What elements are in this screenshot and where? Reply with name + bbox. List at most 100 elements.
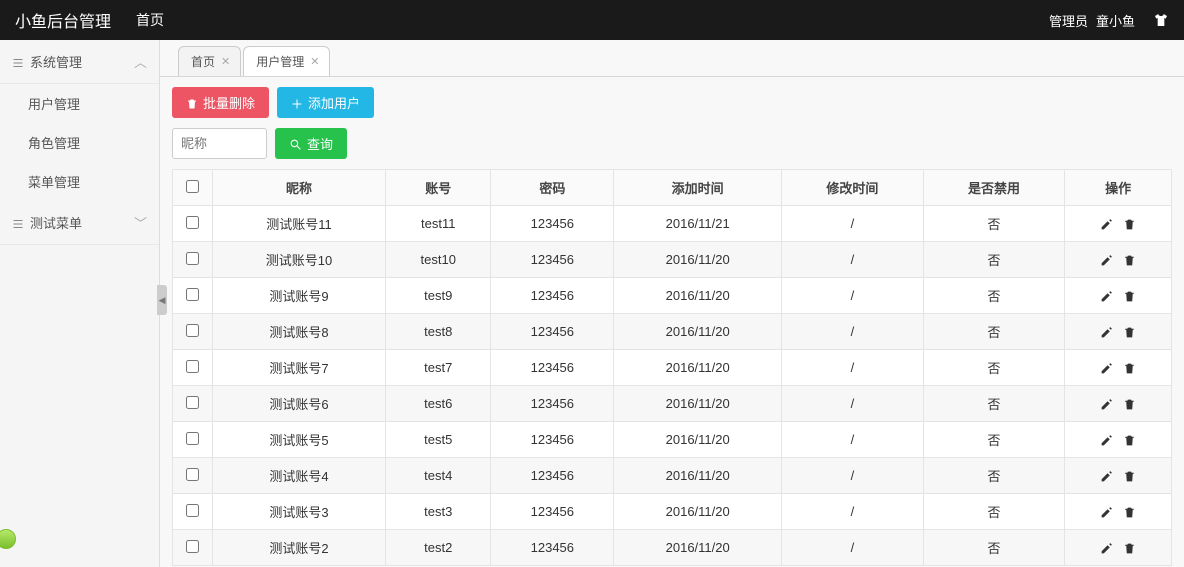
cell-account: test2 [386, 530, 491, 566]
cell-account: test5 [386, 422, 491, 458]
edit-icon[interactable] [1100, 324, 1113, 339]
cell-nickname: 测试账号2 [213, 530, 386, 566]
row-checkbox[interactable] [186, 216, 199, 229]
table-row: 测试账号8test81234562016/11/20/否 [173, 314, 1172, 350]
chevron-up-icon: ︿ [134, 52, 147, 71]
col-update-time: 修改时间 [782, 170, 924, 206]
delete-icon[interactable] [1123, 216, 1136, 231]
sidebar-item-users[interactable]: 用户管理 [0, 84, 159, 123]
delete-icon[interactable] [1123, 540, 1136, 555]
cell-disabled: 否 [923, 422, 1065, 458]
cell-disabled: 否 [923, 278, 1065, 314]
edit-icon[interactable] [1100, 540, 1113, 555]
batch-delete-button[interactable]: 批量删除 [172, 87, 269, 118]
delete-icon[interactable] [1123, 360, 1136, 375]
row-checkbox[interactable] [186, 432, 199, 445]
cell-update-time: / [782, 350, 924, 386]
cell-disabled: 否 [923, 530, 1065, 566]
close-icon[interactable]: ✕ [221, 55, 230, 68]
username-label[interactable]: 童小鱼 [1096, 11, 1135, 30]
topbar: 小鱼后台管理 首页 管理员 童小鱼 [0, 0, 1184, 40]
delete-icon[interactable] [1123, 288, 1136, 303]
cell-account: test4 [386, 458, 491, 494]
cell-password: 123456 [491, 494, 614, 530]
cell-disabled: 否 [923, 386, 1065, 422]
cell-account: test9 [386, 278, 491, 314]
sidebar-item-roles[interactable]: 角色管理 [0, 123, 159, 162]
topbar-home-link[interactable]: 首页 [136, 10, 164, 30]
cell-password: 123456 [491, 530, 614, 566]
close-icon[interactable]: ✕ [310, 55, 319, 68]
nickname-search-input[interactable] [172, 128, 267, 159]
row-checkbox[interactable] [186, 252, 199, 265]
cell-update-time: / [782, 242, 924, 278]
cell-nickname: 测试账号7 [213, 350, 386, 386]
cell-add-time: 2016/11/20 [614, 350, 782, 386]
sidebar-item-menus[interactable]: 菜单管理 [0, 162, 159, 201]
cell-account: test8 [386, 314, 491, 350]
tab-users[interactable]: 用户管理 ✕ [243, 46, 330, 76]
edit-icon[interactable] [1100, 396, 1113, 411]
row-checkbox[interactable] [186, 288, 199, 301]
delete-icon[interactable] [1123, 468, 1136, 483]
delete-icon[interactable] [1123, 324, 1136, 339]
row-checkbox[interactable] [186, 396, 199, 409]
row-checkbox[interactable] [186, 324, 199, 337]
add-user-button[interactable]: 添加用户 [277, 87, 374, 118]
col-disabled: 是否禁用 [923, 170, 1065, 206]
chevron-down-icon: ﹀ [134, 213, 147, 232]
cell-nickname: 测试账号6 [213, 386, 386, 422]
sidebar-group-test[interactable]: 测试菜单 ﹀ [0, 201, 159, 245]
delete-icon[interactable] [1123, 252, 1136, 267]
delete-icon[interactable] [1123, 504, 1136, 519]
sidebar-group-label: 系统管理 [30, 52, 82, 71]
col-password: 密码 [491, 170, 614, 206]
cell-update-time: / [782, 314, 924, 350]
sidebar-collapse-handle[interactable]: ◀ [157, 285, 167, 315]
table-row: 测试账号7test71234562016/11/20/否 [173, 350, 1172, 386]
edit-icon[interactable] [1100, 468, 1113, 483]
cell-update-time: / [782, 206, 924, 242]
edit-icon[interactable] [1100, 360, 1113, 375]
cell-add-time: 2016/11/20 [614, 242, 782, 278]
row-checkbox[interactable] [186, 504, 199, 517]
edit-icon[interactable] [1100, 252, 1113, 267]
cell-account: test3 [386, 494, 491, 530]
edit-icon[interactable] [1100, 504, 1113, 519]
cell-password: 123456 [491, 206, 614, 242]
cell-add-time: 2016/11/20 [614, 530, 782, 566]
select-all-checkbox[interactable] [186, 180, 199, 193]
search-button[interactable]: 查询 [275, 128, 347, 159]
cell-account: test11 [386, 206, 491, 242]
cell-add-time: 2016/11/20 [614, 314, 782, 350]
sidebar-group-system[interactable]: 系统管理 ︿ [0, 40, 159, 84]
table-row: 测试账号3test31234562016/11/20/否 [173, 494, 1172, 530]
button-label: 批量删除 [203, 93, 255, 112]
row-checkbox[interactable] [186, 540, 199, 553]
table-row: 测试账号2test21234562016/11/20/否 [173, 530, 1172, 566]
cell-nickname: 测试账号3 [213, 494, 386, 530]
col-nickname: 昵称 [213, 170, 386, 206]
delete-icon[interactable] [1123, 432, 1136, 447]
sidebar-item-label: 用户管理 [28, 97, 80, 112]
edit-icon[interactable] [1100, 288, 1113, 303]
row-checkbox[interactable] [186, 468, 199, 481]
cell-disabled: 否 [923, 494, 1065, 530]
row-checkbox[interactable] [186, 360, 199, 373]
cell-update-time: / [782, 458, 924, 494]
cell-nickname: 测试账号11 [213, 206, 386, 242]
list-icon [12, 54, 24, 69]
search-icon [289, 136, 302, 151]
tshirt-icon[interactable] [1153, 12, 1169, 29]
tabs: 首页 ✕ 用户管理 ✕ [160, 40, 1184, 77]
tab-home[interactable]: 首页 ✕ [178, 46, 241, 76]
edit-icon[interactable] [1100, 216, 1113, 231]
edit-icon[interactable] [1100, 432, 1113, 447]
cell-add-time: 2016/11/20 [614, 422, 782, 458]
cell-disabled: 否 [923, 314, 1065, 350]
delete-icon[interactable] [1123, 396, 1136, 411]
cell-add-time: 2016/11/21 [614, 206, 782, 242]
cell-nickname: 测试账号9 [213, 278, 386, 314]
cell-nickname: 测试账号8 [213, 314, 386, 350]
table-row: 测试账号9test91234562016/11/20/否 [173, 278, 1172, 314]
